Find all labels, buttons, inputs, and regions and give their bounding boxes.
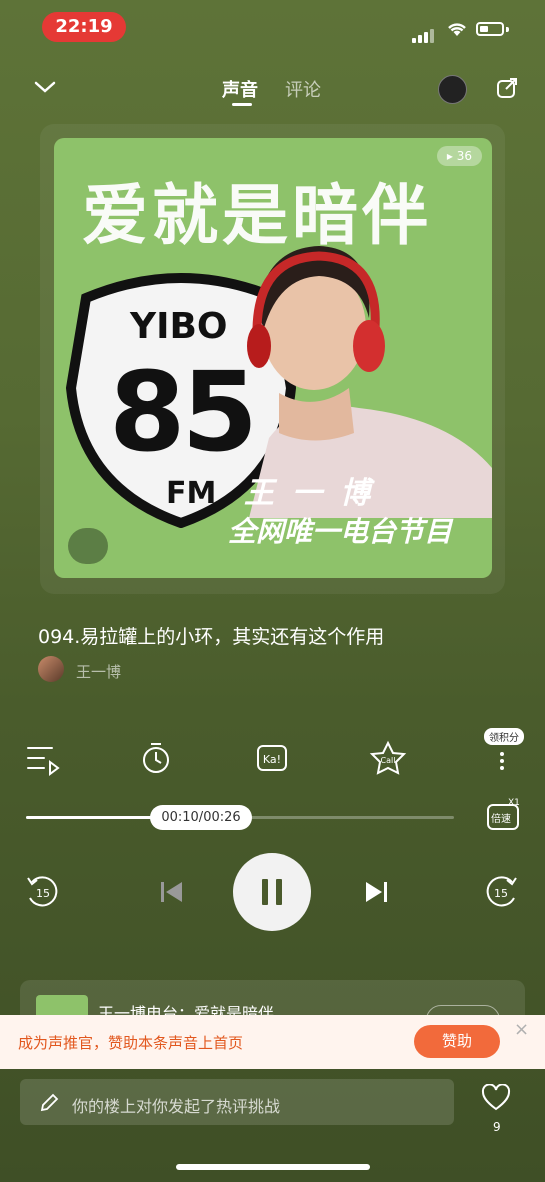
pause-icon — [262, 879, 282, 905]
cover-action-button[interactable] — [68, 528, 108, 564]
home-indicator[interactable] — [176, 1164, 370, 1170]
track-title: 094.易拉罐上的小环，其实还有这个作用 — [38, 626, 385, 648]
pause-button[interactable] — [233, 853, 311, 931]
tab-sound[interactable]: 声音 — [222, 76, 258, 102]
like-count: 9 — [493, 1120, 501, 1134]
heart-icon[interactable] — [481, 1084, 511, 1112]
forward-seconds: 15 — [494, 887, 508, 900]
cover-artist: 王一博 — [244, 476, 388, 511]
progress-time[interactable]: 00:10/00:26 — [150, 805, 252, 830]
next-icon[interactable] — [356, 872, 396, 912]
rewind-icon[interactable]: 15 — [22, 872, 62, 912]
svg-text:Ka!: Ka! — [263, 753, 281, 766]
close-icon[interactable]: × — [514, 1019, 529, 1040]
tab-comments[interactable]: 评论 — [285, 76, 321, 102]
call-icon[interactable]: Call — [368, 738, 408, 778]
speed-label: 倍速 — [491, 814, 511, 825]
cover-art[interactable]: 爱就是暗伴 YIBO 85 FM 王一博 全网唯一电台节目 ▸ 36 — [54, 138, 492, 578]
artist-name[interactable]: 王一博 — [76, 661, 121, 682]
sponsor-button[interactable]: 赞助 — [414, 1025, 500, 1058]
pencil-icon — [40, 1093, 59, 1112]
forward-icon[interactable]: 15 — [482, 872, 522, 912]
svg-text:Call: Call — [381, 756, 396, 765]
comment-placeholder: 你的楼上对你发起了热评挑战 — [72, 1097, 281, 1116]
status-time: 22:19 — [42, 12, 126, 42]
battery-icon — [476, 22, 504, 36]
play-count: 36 — [456, 149, 472, 163]
avatar[interactable] — [438, 75, 467, 104]
cover-subtitle: 全网唯一电台节目 — [228, 515, 453, 548]
tab-underline — [232, 103, 252, 106]
previous-icon[interactable] — [152, 872, 192, 912]
artist-avatar[interactable] — [38, 656, 64, 682]
karaoke-icon[interactable]: Ka! — [252, 738, 292, 778]
chevron-down-icon[interactable] — [34, 80, 56, 94]
signal-icon — [412, 24, 436, 43]
speed-value: X1 — [508, 798, 520, 808]
rewind-seconds: 15 — [36, 887, 50, 900]
share-icon[interactable] — [496, 77, 518, 99]
wifi-icon — [448, 23, 466, 36]
battery-tip — [506, 27, 509, 32]
play-count-badge: ▸ 36 — [436, 146, 482, 166]
timer-icon[interactable] — [136, 738, 176, 778]
playlist-icon[interactable] — [24, 738, 64, 778]
sponsor-banner-text: 成为声推官，赞助本条声音上首页 — [18, 1034, 244, 1052]
more-icon[interactable] — [482, 738, 522, 778]
